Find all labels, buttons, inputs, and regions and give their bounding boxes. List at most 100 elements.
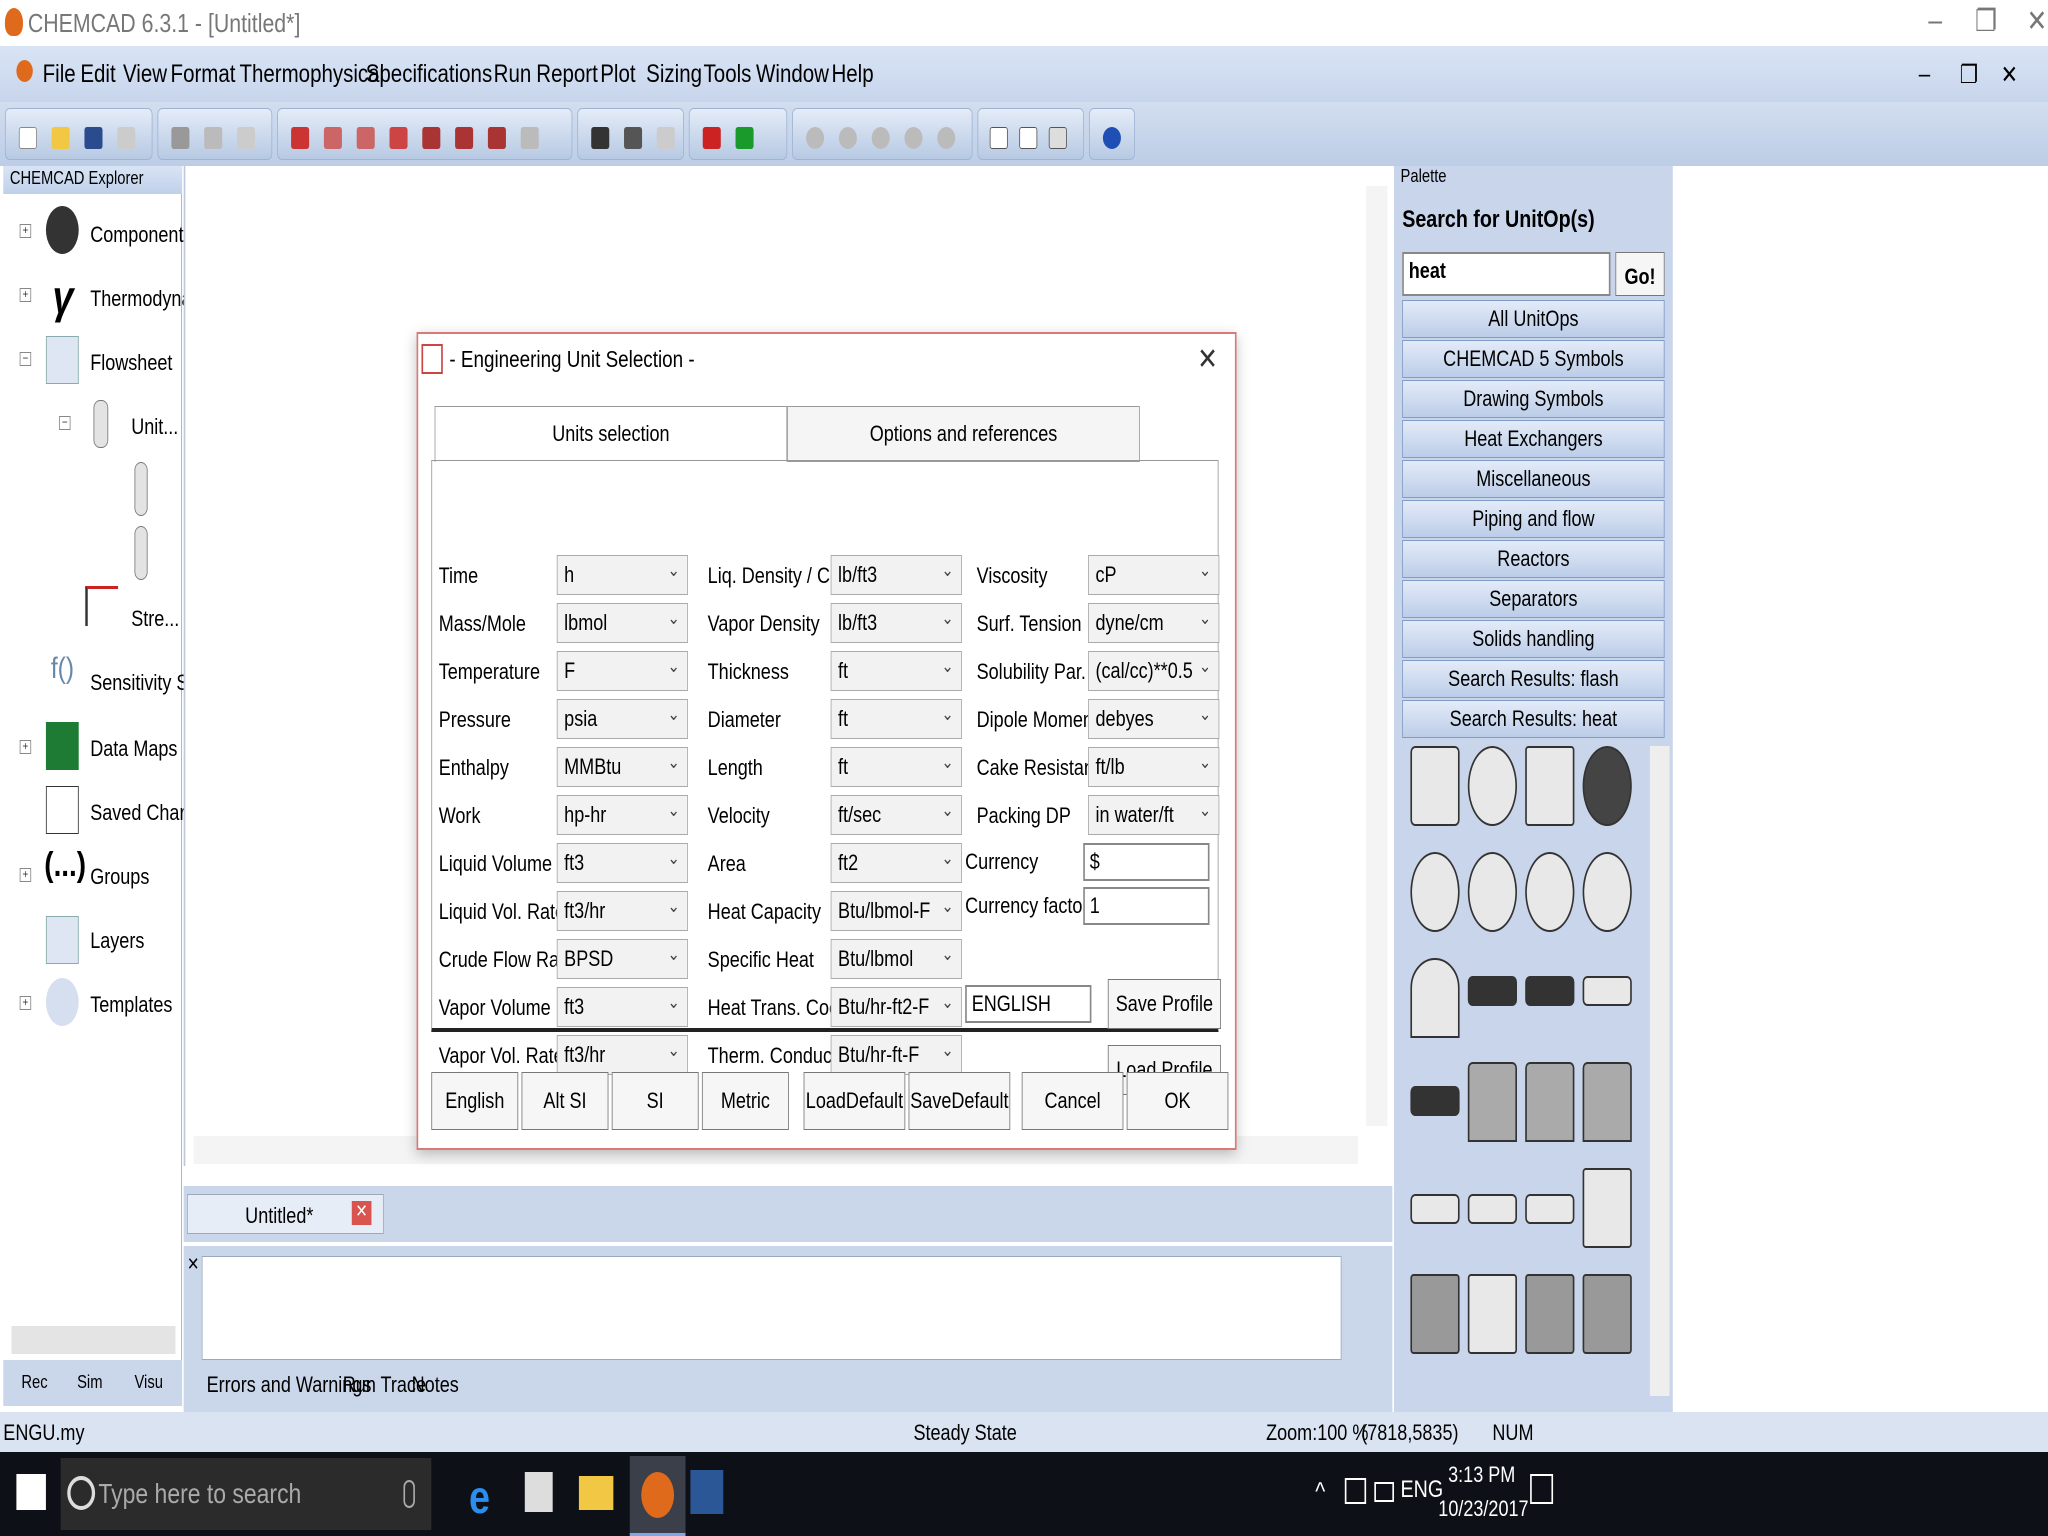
info-icon[interactable]: [1102, 127, 1121, 149]
tree-components[interactable]: Components: [90, 222, 192, 248]
expand-groups[interactable]: +: [19, 868, 32, 882]
area-unit-select[interactable]: ft2 ⌄: [830, 843, 962, 883]
p-report-icon[interactable]: [1019, 127, 1038, 149]
edge-icon[interactable]: e: [469, 1470, 502, 1523]
paste-icon[interactable]: [236, 127, 256, 149]
tree-flowsheet[interactable]: Flowsheet: [90, 350, 172, 376]
rotate-icon[interactable]: [487, 127, 506, 149]
tab-options-references[interactable]: Options and references: [787, 406, 1140, 462]
menu-tools[interactable]: Tools: [704, 60, 752, 89]
plate-exchanger-6-icon[interactable]: [1582, 1274, 1632, 1354]
mdi-restore-button[interactable]: ❐: [1960, 60, 1978, 90]
tree-unitops[interactable]: Unit...: [131, 414, 178, 440]
taskbar-search-box[interactable]: Type here to search: [60, 1458, 432, 1530]
palette-reactors[interactable]: Reactors: [1402, 540, 1665, 578]
heater-unitop-icon[interactable]: [1410, 746, 1460, 826]
therm-conduct-unit-select[interactable]: Btu/hr-ft-F ⌄: [830, 1035, 962, 1075]
temperature-unit-select[interactable]: F ⌄: [556, 651, 688, 691]
cake-resistance-unit-select[interactable]: ft/lb ⌄: [1088, 747, 1220, 787]
profile-name-input[interactable]: ENGLISH: [965, 985, 1092, 1023]
tree-groups[interactable]: Groups: [90, 864, 149, 890]
menu-run[interactable]: Run: [494, 60, 532, 89]
palette-search-flash[interactable]: Search Results: flash: [1402, 660, 1665, 698]
menu-file[interactable]: File: [43, 60, 76, 89]
viscosity-unit-select[interactable]: cP ⌄: [1088, 555, 1220, 595]
c-report-icon[interactable]: [989, 127, 1008, 149]
work-unit-select[interactable]: hp-hr ⌄: [556, 795, 688, 835]
ok-button[interactable]: OK: [1126, 1072, 1229, 1130]
shell-tube-icon[interactable]: [1525, 976, 1575, 1006]
packing-dp-unit-select[interactable]: in water/ft ⌄: [1088, 795, 1220, 835]
exchanger-8-icon[interactable]: [1410, 1194, 1460, 1224]
fired-heater-2-icon[interactable]: [1525, 1062, 1575, 1142]
thickness-unit-select[interactable]: ft ⌄: [830, 651, 962, 691]
plate-exchanger-4-icon[interactable]: [1467, 1274, 1517, 1354]
run-icon[interactable]: [735, 127, 754, 149]
fired-heater-3-icon[interactable]: [1582, 1062, 1632, 1142]
fired-heater-1-icon[interactable]: [1467, 1062, 1517, 1142]
menu-help[interactable]: Help: [831, 60, 873, 89]
menu-report[interactable]: Report: [536, 60, 598, 89]
heat-exchanger-5-icon[interactable]: [1525, 852, 1575, 932]
surf-tension-unit-select[interactable]: dyne/cm ⌄: [1088, 603, 1220, 643]
palette-miscellaneous[interactable]: Miscellaneous: [1402, 460, 1665, 498]
microphone-icon[interactable]: [403, 1480, 415, 1508]
tree-templates[interactable]: Templates: [90, 992, 172, 1018]
menu-app-icon[interactable]: [16, 60, 33, 89]
close-window-button[interactable]: ✕: [2012, 4, 2048, 39]
palette-heat-exchangers[interactable]: Heat Exchangers: [1402, 420, 1665, 458]
units-icon[interactable]: [656, 127, 675, 149]
specific-heat-unit-select[interactable]: Btu/lbmol ⌄: [830, 939, 962, 979]
menu-thermophysical[interactable]: Thermophysical: [239, 60, 384, 89]
vapor-vol-rate-unit-select[interactable]: ft3/hr ⌄: [556, 1035, 688, 1075]
menu-view[interactable]: View: [123, 60, 167, 89]
new-file-icon[interactable]: [18, 127, 37, 149]
taskbar-chemcad[interactable]: [629, 1456, 686, 1536]
expand-templates[interactable]: +: [19, 996, 32, 1010]
tree-datamaps[interactable]: Data Maps: [90, 736, 177, 762]
alt-si-button[interactable]: Alt SI: [521, 1072, 609, 1130]
network-icon[interactable]: [1344, 1478, 1367, 1504]
heat-capacity-unit-select[interactable]: Btu/lbmol-F ⌄: [830, 891, 962, 931]
tab-notes[interactable]: Notes: [412, 1372, 459, 1398]
menu-plot[interactable]: Plot: [600, 60, 635, 89]
dyn-reset-icon[interactable]: [937, 127, 956, 149]
percent-zoom-icon[interactable]: [291, 127, 310, 149]
expand-datamaps[interactable]: +: [19, 740, 32, 754]
save-default-button[interactable]: SaveDefault: [908, 1072, 1011, 1130]
dialog-close-icon[interactable]: ✕: [1197, 342, 1218, 377]
solubility-par-unit-select[interactable]: (cal/cc)**0.5 ⌄: [1088, 651, 1220, 691]
copy-icon[interactable]: [204, 127, 223, 149]
tray-chevron-icon[interactable]: ^: [1315, 1476, 1325, 1507]
zoom-fit-icon[interactable]: [389, 127, 408, 149]
tree-streams[interactable]: Stre...: [131, 606, 179, 632]
components-icon[interactable]: [591, 127, 610, 149]
metric-button[interactable]: Metric: [701, 1072, 789, 1130]
unitop-2-icon[interactable]: [134, 526, 148, 580]
pan-icon[interactable]: [455, 127, 474, 149]
currency-input[interactable]: $: [1083, 843, 1210, 881]
messages-area[interactable]: [201, 1256, 1342, 1360]
open-folder-icon[interactable]: [51, 127, 70, 149]
save-icon[interactable]: [84, 127, 103, 149]
enthalpy-unit-select[interactable]: MMBtu ⌄: [556, 747, 688, 787]
dyn-record-icon[interactable]: [806, 127, 825, 149]
go-button[interactable]: Go!: [1615, 252, 1665, 296]
report-grid-icon[interactable]: [1048, 127, 1067, 149]
doc-tab-untitled[interactable]: Untitled* ✕: [186, 1194, 384, 1234]
heat-exchanger-2-icon[interactable]: [1582, 746, 1632, 826]
plate-exchanger-2-icon[interactable]: [1582, 1168, 1632, 1248]
tab-sim[interactable]: Sim: [77, 1372, 102, 1393]
word-icon[interactable]: [690, 1470, 724, 1514]
plate-exchanger-5-icon[interactable]: [1525, 1274, 1575, 1354]
plate-exchanger-3-icon[interactable]: [1410, 1274, 1460, 1354]
run-selected-icon[interactable]: [702, 127, 721, 149]
mdi-minimize-button[interactable]: –: [1919, 60, 1930, 89]
expand-thermo[interactable]: +: [19, 288, 32, 302]
expand-components[interactable]: +: [19, 224, 32, 238]
explorer-hscrollbar[interactable]: [11, 1326, 176, 1354]
mdi-close-button[interactable]: ✕: [2001, 60, 2018, 90]
furnace-icon[interactable]: [1410, 958, 1460, 1038]
minimize-button[interactable]: –: [1911, 4, 1960, 38]
currency-factor-input[interactable]: 1: [1083, 887, 1210, 925]
